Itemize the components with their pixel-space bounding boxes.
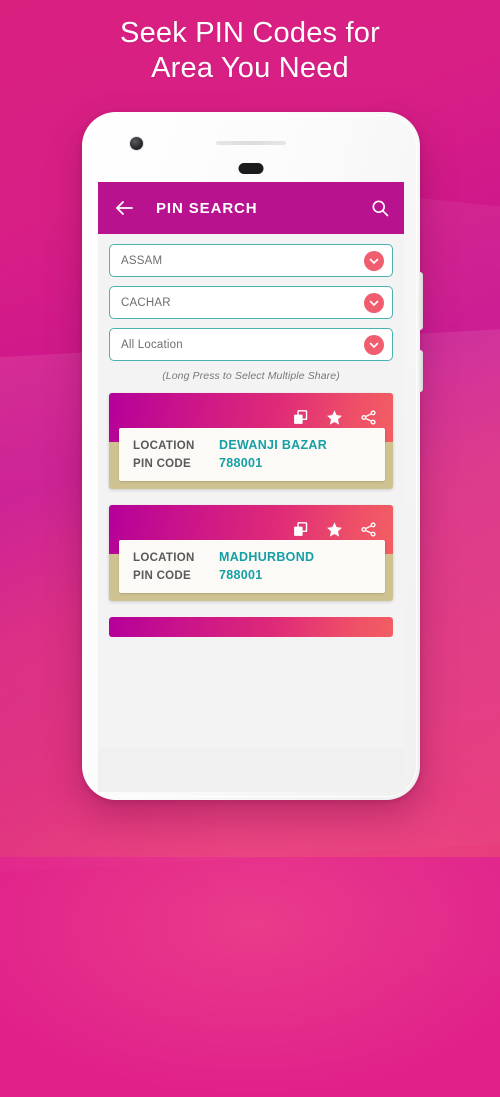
pin-code-label: PIN CODE — [133, 570, 191, 582]
arrow-left-icon[interactable] — [112, 196, 136, 220]
district-dropdown-value: CACHAR — [121, 296, 171, 309]
power-button[interactable] — [419, 350, 423, 392]
state-dropdown-value: ASSAM — [121, 254, 163, 267]
phone-screen: PIN SEARCH ASSAM CACHAR All Location (Lo… — [98, 182, 404, 748]
promo-headline-line-1: Seek PIN Codes for — [120, 17, 380, 49]
share-icon[interactable] — [360, 521, 377, 538]
location-label: LOCATION — [133, 440, 195, 452]
search-icon[interactable] — [370, 198, 390, 218]
chevron-down-icon[interactable] — [364, 292, 384, 313]
location-value: DEWANJI BAZAR — [219, 438, 328, 452]
pin-code-value: 788001 — [219, 456, 263, 470]
result-pincode-row: PIN CODE 788001 — [133, 456, 385, 470]
sensor-pill — [238, 163, 264, 174]
location-value: MADHURBOND — [219, 550, 315, 564]
share-icon[interactable] — [360, 409, 377, 426]
background-glow — [0, 754, 500, 1097]
star-icon[interactable] — [326, 409, 343, 426]
earpiece-speaker — [216, 141, 286, 145]
result-card-partial[interactable] — [109, 617, 393, 637]
state-dropdown[interactable]: ASSAM — [109, 244, 393, 277]
result-location-row: LOCATION DEWANJI BAZAR — [133, 438, 385, 452]
copy-icon[interactable] — [292, 521, 309, 538]
result-card-panel: LOCATION DEWANJI BAZAR PIN CODE 788001 — [119, 428, 385, 481]
location-dropdown-value: All Location — [121, 338, 183, 351]
pin-code-value: 788001 — [219, 568, 263, 582]
volume-button[interactable] — [419, 272, 423, 330]
copy-icon[interactable] — [292, 409, 309, 426]
promo-headline: Seek PIN Codes for Area You Need — [0, 16, 500, 86]
multi-select-hint: (Long Press to Select Multiple Share) — [162, 370, 340, 382]
district-dropdown[interactable]: CACHAR — [109, 286, 393, 319]
result-card-actions-partial — [109, 617, 393, 637]
chevron-down-icon[interactable] — [364, 250, 384, 271]
chevron-down-icon[interactable] — [364, 334, 384, 355]
location-dropdown[interactable]: All Location — [109, 328, 393, 361]
app-content: ASSAM CACHAR All Location (Long Press to… — [98, 234, 404, 748]
result-location-row: LOCATION MADHURBOND — [133, 550, 385, 564]
phone-chin — [98, 748, 404, 792]
result-card[interactable]: LOCATION DEWANJI BAZAR PIN CODE 788001 — [109, 393, 393, 489]
phone-mockup: PIN SEARCH ASSAM CACHAR All Location (Lo… — [82, 112, 423, 800]
pin-code-label: PIN CODE — [133, 458, 191, 470]
star-icon[interactable] — [326, 521, 343, 538]
promo-headline-line-2: Area You Need — [151, 52, 349, 84]
app-bar: PIN SEARCH — [98, 182, 404, 234]
result-card-panel: LOCATION MADHURBOND PIN CODE 788001 — [119, 540, 385, 593]
result-card[interactable]: LOCATION MADHURBOND PIN CODE 788001 — [109, 505, 393, 601]
front-camera-icon — [130, 137, 143, 150]
page-title: PIN SEARCH — [156, 199, 258, 217]
result-pincode-row: PIN CODE 788001 — [133, 568, 385, 582]
location-label: LOCATION — [133, 552, 195, 564]
